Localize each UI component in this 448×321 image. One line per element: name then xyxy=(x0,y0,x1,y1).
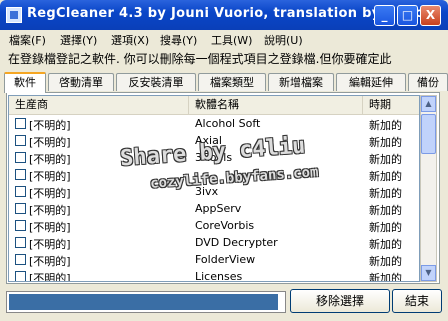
tab-edit-extensions[interactable]: 編輯延伸 xyxy=(336,73,406,91)
menu-help[interactable]: 說明(U) xyxy=(264,32,303,48)
tab-software[interactable]: 軟件 xyxy=(4,72,46,93)
table-row[interactable]: [不明的] DVD Decrypter 新加的 xyxy=(9,234,419,251)
exit-button[interactable]: 結束 xyxy=(392,289,442,313)
row-checkbox[interactable] xyxy=(15,152,26,163)
table-row[interactable]: [不明的] FolderView 新加的 xyxy=(9,251,419,268)
progress-bar xyxy=(6,291,286,313)
row-vendor: [不明的] xyxy=(29,255,71,268)
app-icon xyxy=(6,7,22,23)
row-date: 新加的 xyxy=(369,170,402,183)
row-vendor: [不明的] xyxy=(29,238,71,251)
row-checkbox[interactable] xyxy=(15,220,26,231)
tab-backup[interactable]: 備份 xyxy=(408,73,448,91)
scroll-thumb[interactable] xyxy=(421,114,436,154)
table-row[interactable]: [不明的] Alcohol Soft 新加的 xyxy=(9,115,419,132)
tab-bar: 軟件 啓動清單 反安裝清單 檔案類型 新增檔案 編輯延伸 備份 xyxy=(0,72,448,93)
row-checkbox[interactable] xyxy=(15,254,26,265)
row-vendor: [不明的] xyxy=(29,136,71,149)
row-date: 新加的 xyxy=(369,136,402,149)
row-date: 新加的 xyxy=(369,187,402,200)
row-checkbox[interactable] xyxy=(15,135,26,146)
table-row[interactable]: [不明的] Licenses 新加的 xyxy=(9,268,419,282)
tab-uninstall-list[interactable]: 反安裝清單 xyxy=(116,73,196,91)
remove-selection-button[interactable]: 移除選擇 xyxy=(290,289,390,313)
row-date: 新加的 xyxy=(369,255,402,268)
column-header-name[interactable]: 軟體名稱 xyxy=(189,96,363,114)
row-vendor: [不明的] xyxy=(29,204,71,217)
row-date: 新加的 xyxy=(369,272,402,282)
column-header-vendor[interactable]: 生産商 xyxy=(9,96,189,114)
row-checkbox[interactable] xyxy=(15,237,26,248)
menu-bar: 檔案(F) 選擇(Y) 選項(X) 搜尋(Y) 工具(W) 說明(U) xyxy=(0,30,448,48)
row-checkbox[interactable] xyxy=(15,186,26,197)
software-list[interactable]: 生産商 軟體名稱 時期 [不明的] Alcohol Soft 新加的 [不明的]… xyxy=(8,95,420,282)
description-text: 在登錄檔登記之軟件. 你可以刪除每一個程式項目之登錄檔.但你要確定此 xyxy=(8,52,392,66)
row-vendor: [不明的] xyxy=(29,170,71,183)
row-name: FolderView xyxy=(195,253,256,266)
row-date: 新加的 xyxy=(369,238,402,251)
menu-search[interactable]: 搜尋(Y) xyxy=(160,32,197,48)
row-name: Alcohol Soft xyxy=(195,117,261,130)
row-vendor: [不明的] xyxy=(29,187,71,200)
list-header: 生産商 軟體名稱 時期 xyxy=(9,96,419,115)
row-vendor: [不明的] xyxy=(29,221,71,234)
progress-fill xyxy=(9,294,278,310)
row-checkbox[interactable] xyxy=(15,169,26,180)
row-vendor: [不明的] xyxy=(29,153,71,166)
column-header-date[interactable]: 時期 xyxy=(363,96,419,114)
menu-tools[interactable]: 工具(W) xyxy=(211,32,252,48)
scroll-down-icon[interactable]: ▼ xyxy=(421,265,436,281)
row-date: 新加的 xyxy=(369,204,402,217)
row-name: Licenses xyxy=(195,270,243,282)
row-vendor: [不明的] xyxy=(29,119,71,132)
row-name: AppServ xyxy=(195,202,242,215)
row-name: DVD Decrypter xyxy=(195,236,278,249)
menu-options[interactable]: 選項(X) xyxy=(111,32,149,48)
row-date: 新加的 xyxy=(369,153,402,166)
row-date: 新加的 xyxy=(369,119,402,132)
row-checkbox[interactable] xyxy=(15,118,26,129)
tab-file-types[interactable]: 檔案類型 xyxy=(198,73,266,91)
maximize-button[interactable]: □ xyxy=(397,5,418,26)
row-vendor: [不明的] xyxy=(29,272,71,282)
table-row[interactable]: [不明的] CoreVorbis 新加的 xyxy=(9,217,419,234)
tab-new-files[interactable]: 新增檔案 xyxy=(268,73,334,91)
table-row[interactable]: [不明的] AppServ 新加的 xyxy=(9,200,419,217)
menu-select[interactable]: 選擇(Y) xyxy=(60,32,97,48)
tab-startup-list[interactable]: 啓動清單 xyxy=(48,73,114,91)
row-checkbox[interactable] xyxy=(15,203,26,214)
vertical-scrollbar[interactable]: ▲ ▼ xyxy=(420,95,437,282)
row-name: CoreVorbis xyxy=(195,219,255,232)
title-bar: RegCleaner 4.3 by Jouni Vuorio, translat… xyxy=(0,0,448,30)
minimize-button[interactable]: _ xyxy=(374,5,395,26)
scroll-up-icon[interactable]: ▲ xyxy=(421,96,436,112)
menu-file[interactable]: 檔案(F) xyxy=(9,32,46,48)
row-checkbox[interactable] xyxy=(15,271,26,281)
row-date: 新加的 xyxy=(369,221,402,234)
close-button[interactable]: X xyxy=(420,5,441,26)
